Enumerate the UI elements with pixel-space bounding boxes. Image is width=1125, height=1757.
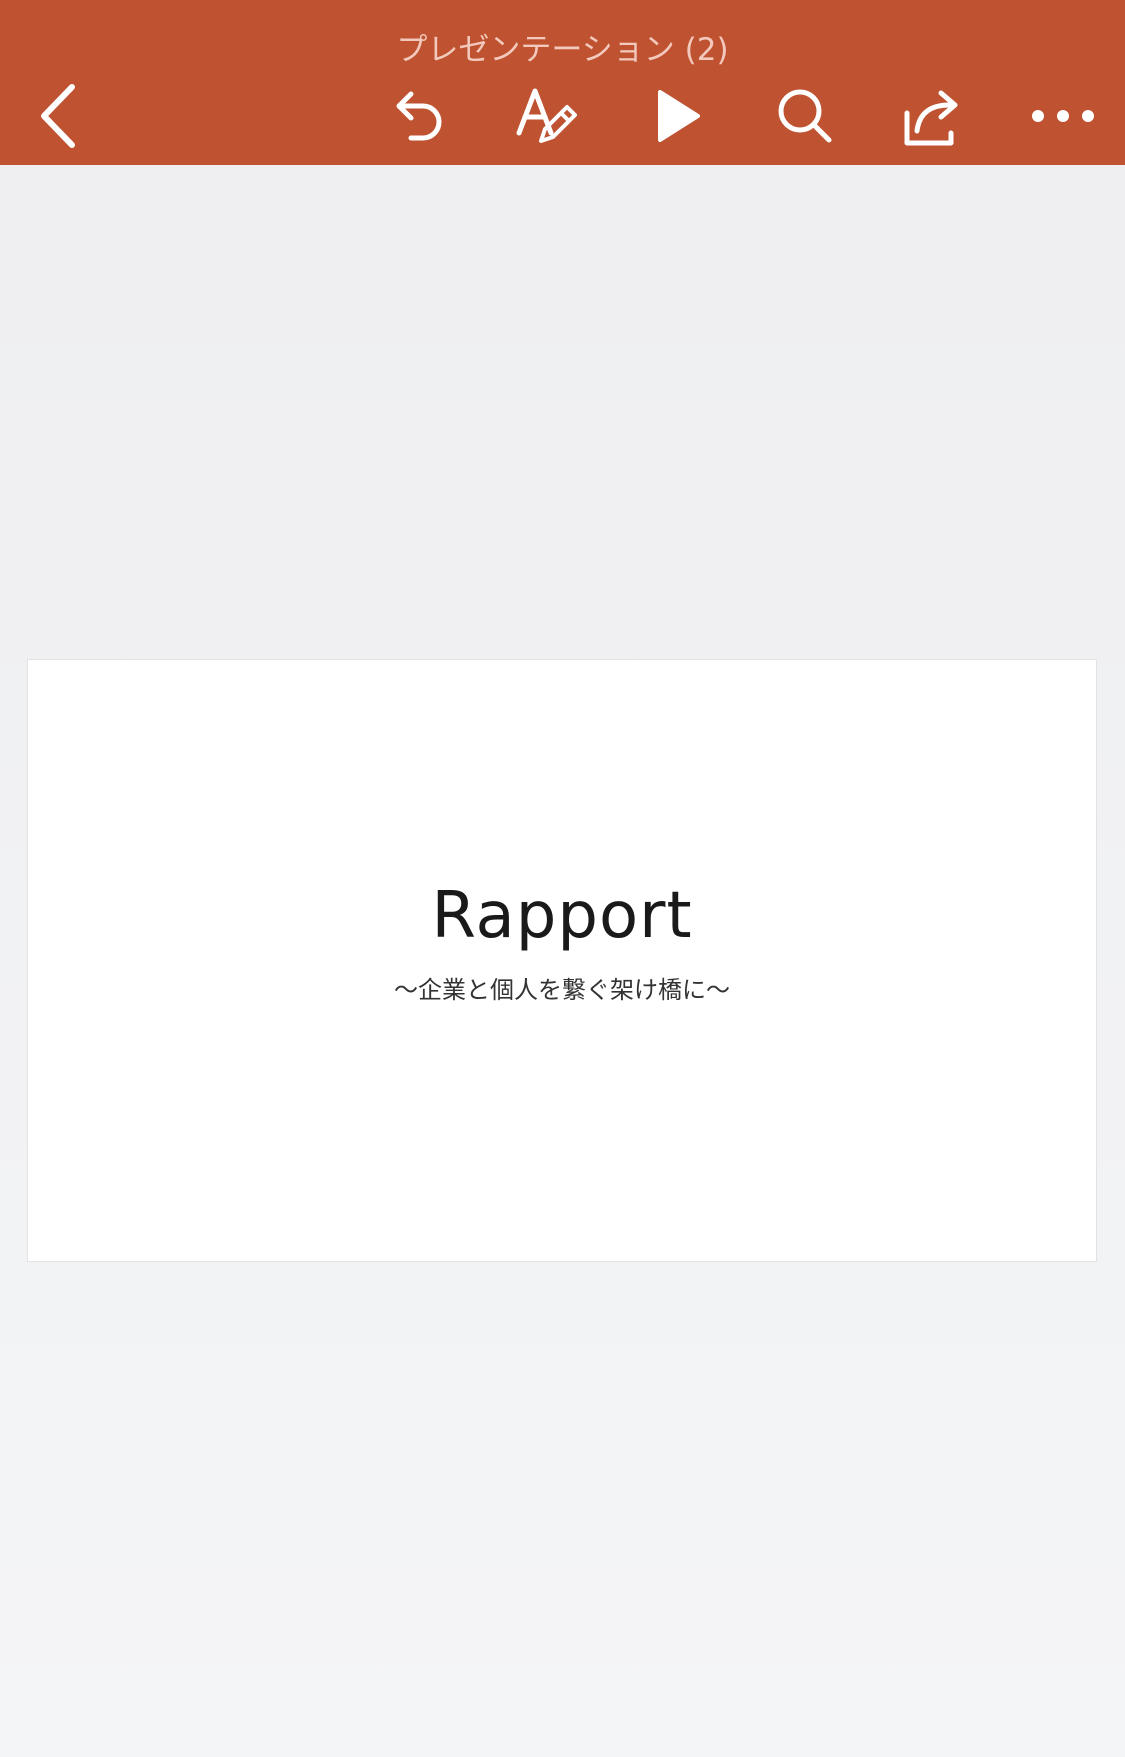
play-icon	[658, 90, 700, 142]
play-button[interactable]	[638, 78, 714, 154]
document-title[interactable]: プレゼンテーション (2)	[0, 28, 1125, 72]
share-icon	[904, 90, 958, 146]
share-button[interactable]	[895, 78, 971, 154]
slide-title[interactable]: Rapport	[28, 876, 1096, 956]
app-toolbar: プレゼンテーション (2)	[0, 0, 1125, 165]
edit-button[interactable]	[508, 78, 584, 154]
back-button[interactable]	[22, 78, 98, 154]
slide-subtitle[interactable]: 〜企業と個人を繋ぐ架け橋に〜	[28, 972, 1096, 1008]
slide[interactable]: Rapport 〜企業と個人を繋ぐ架け橋に〜	[27, 659, 1097, 1262]
undo-button[interactable]	[379, 78, 455, 154]
more-icon	[1032, 110, 1094, 122]
search-button[interactable]	[767, 78, 843, 154]
undo-icon	[396, 91, 442, 141]
more-button[interactable]	[1025, 78, 1101, 154]
chevron-left-icon	[41, 84, 75, 148]
search-icon	[778, 89, 832, 143]
text-edit-icon	[516, 88, 577, 143]
